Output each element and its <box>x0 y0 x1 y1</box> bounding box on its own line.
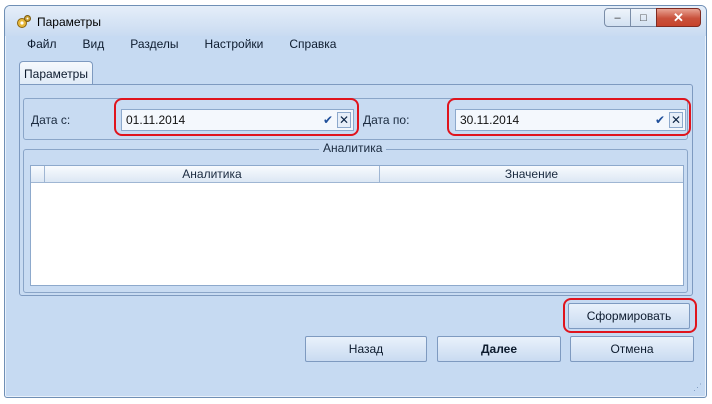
window-controls: – □ ✕ <box>604 8 701 27</box>
menu-help[interactable]: Справка <box>272 37 345 55</box>
minimize-button[interactable]: – <box>604 8 631 27</box>
analytics-caption: Аналитика <box>319 141 387 155</box>
menu-file[interactable]: Файл <box>10 37 66 55</box>
analytics-table-header: Аналитика Значение <box>31 166 683 183</box>
menu-view[interactable]: Вид <box>66 37 114 55</box>
maximize-button[interactable]: □ <box>630 8 657 27</box>
title-bar[interactable]: Параметры – □ ✕ <box>5 6 706 36</box>
menu-bar: Файл Вид Разделы Настройки Справка <box>10 37 345 55</box>
column-header-value[interactable]: Значение <box>380 166 683 182</box>
date-from-label: Дата с: <box>31 113 71 127</box>
menu-sections[interactable]: Разделы <box>113 37 187 55</box>
generate-highlight <box>563 298 697 333</box>
row-selector-header[interactable] <box>31 166 45 182</box>
close-button[interactable]: ✕ <box>656 8 701 27</box>
date-to-highlight <box>447 98 691 136</box>
analytics-table[interactable]: Аналитика Значение <box>30 165 684 286</box>
date-to-label: Дата по: <box>363 113 410 127</box>
back-button[interactable]: Назад <box>305 336 427 362</box>
tab-parameters[interactable]: Параметры <box>19 61 93 85</box>
app-gears-icon <box>17 15 31 28</box>
column-header-analytics[interactable]: Аналитика <box>45 166 380 182</box>
date-from-highlight <box>114 98 359 136</box>
resize-grip-icon[interactable]: ⋰ <box>693 382 703 392</box>
menu-settings[interactable]: Настройки <box>188 37 273 55</box>
next-button[interactable]: Далее <box>437 336 561 362</box>
window-title: Параметры <box>37 15 101 29</box>
cancel-button[interactable]: Отмена <box>570 336 694 362</box>
